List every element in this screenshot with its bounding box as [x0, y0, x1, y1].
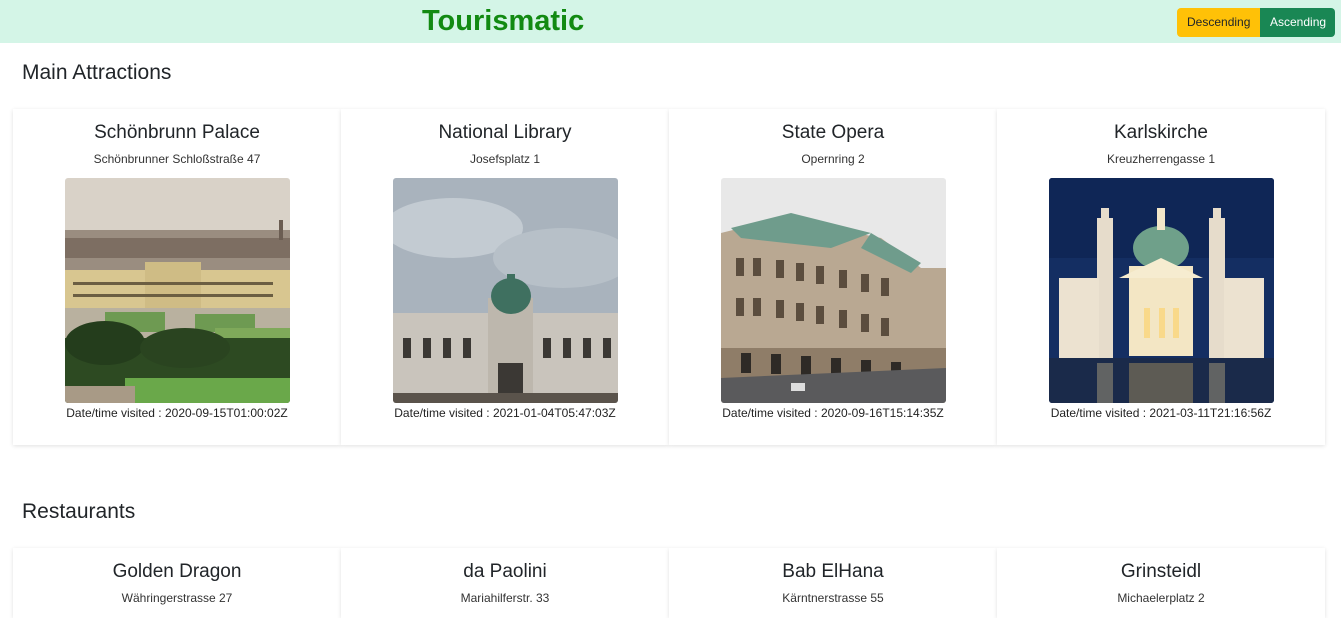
restaurant-card[interactable]: Bab ElHana Kärntnerstrasse 55	[669, 548, 997, 618]
attractions-row: Schönbrunn Palace Schönbrunner Schloßstr…	[13, 109, 1325, 445]
restaurant-address: Michaelerplatz 2	[1117, 591, 1205, 605]
restaurant-address: Kärntnerstrasse 55	[782, 591, 884, 605]
restaurant-card[interactable]: Grinsteidl Michaelerplatz 2	[997, 548, 1325, 618]
attraction-photo-schonbrunn	[64, 178, 290, 403]
restaurant-address: Währingerstrasse 27	[121, 591, 233, 605]
brand-title: Tourismatic	[422, 5, 585, 37]
sort-button-group: Descending Ascending	[1177, 8, 1335, 37]
top-navbar: Tourismatic Descending Ascending	[0, 0, 1341, 43]
restaurants-row: Golden Dragon Währingerstrasse 27 da Pao…	[13, 548, 1325, 618]
sort-descending-button[interactable]: Descending	[1177, 8, 1260, 37]
attraction-visited-date: Date/time visited : 2020-09-15T01:00:02Z	[66, 406, 288, 420]
attraction-card[interactable]: Schönbrunn Palace Schönbrunner Schloßstr…	[13, 109, 341, 445]
attraction-name: Schönbrunn Palace	[94, 122, 260, 143]
restaurant-card[interactable]: da Paolini Mariahilferstr. 33	[341, 548, 669, 618]
restaurant-name: Grinsteidl	[1120, 561, 1202, 582]
attraction-card[interactable]: Karlskirche Kreuzherrengasse 1 Date/time…	[997, 109, 1325, 445]
attraction-name: National Library	[438, 122, 572, 143]
restaurant-name: Bab ElHana	[782, 561, 884, 582]
attraction-address: Josefsplatz 1	[469, 152, 541, 166]
attraction-visited-date: Date/time visited : 2021-03-11T21:16:56Z	[1050, 406, 1272, 420]
sort-ascending-button[interactable]: Ascending	[1260, 8, 1335, 37]
attraction-card[interactable]: State Opera Opernring 2 Date/time visite…	[669, 109, 997, 445]
restaurant-name: Golden Dragon	[112, 561, 242, 582]
restaurant-card[interactable]: Golden Dragon Währingerstrasse 27	[13, 548, 341, 618]
attraction-address: Opernring 2	[801, 152, 865, 166]
attraction-visited-date: Date/time visited : 2020-09-16T15:14:35Z	[722, 406, 944, 420]
attraction-photo-karlskirche	[1048, 178, 1274, 403]
attraction-visited-date: Date/time visited : 2021-01-04T05:47:03Z	[394, 406, 616, 420]
attraction-name: State Opera	[781, 122, 885, 143]
attraction-photo-state-opera	[720, 178, 946, 403]
restaurant-name: da Paolini	[463, 561, 547, 582]
attractions-section-title: Main Attractions	[22, 61, 172, 84]
restaurants-section-title: Restaurants	[22, 500, 136, 523]
attraction-address: Kreuzherrengasse 1	[1106, 152, 1216, 166]
attraction-photo-national-library	[392, 178, 618, 403]
restaurant-address: Mariahilferstr. 33	[460, 591, 550, 605]
attraction-name: Karlskirche	[1114, 122, 1208, 143]
attraction-card[interactable]: National Library Josefsplatz 1 Date/time…	[341, 109, 669, 445]
attraction-address: Schönbrunner Schloßstraße 47	[93, 152, 261, 166]
